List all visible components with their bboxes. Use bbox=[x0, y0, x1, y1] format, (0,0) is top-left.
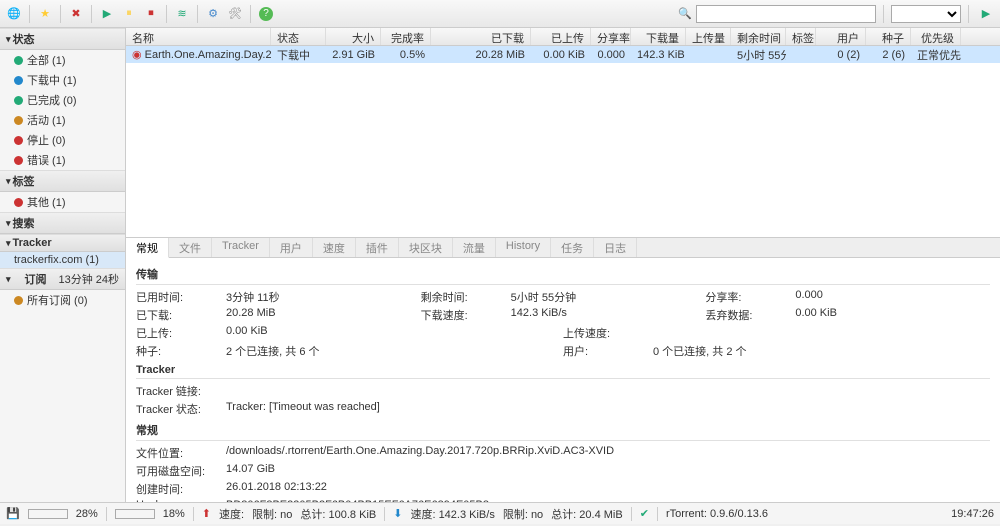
table-header: 名称状态大小完成率已下载已上传分享率下载量上传量剩余时间标签用户种子优先级 bbox=[126, 28, 1000, 46]
feed-icon[interactable]: ≋ bbox=[172, 4, 192, 24]
col-header[interactable]: 标签 bbox=[786, 28, 816, 45]
sidebar-item[interactable]: 已完成 (0) bbox=[0, 90, 125, 110]
info-row: Tracker 链接: bbox=[136, 382, 990, 400]
tab-块区块[interactable]: 块区块 bbox=[399, 238, 453, 257]
side-header-status[interactable]: 状态 bbox=[0, 28, 125, 50]
up-total: 总计: 100.8 KiB bbox=[300, 506, 376, 522]
col-header[interactable]: 下载量 bbox=[631, 28, 686, 45]
info-row: Tracker 状态:Tracker: [Timeout was reached… bbox=[136, 400, 990, 418]
dn-total: 总计: 20.4 MiB bbox=[551, 506, 623, 522]
col-header[interactable]: 分享率 bbox=[591, 28, 631, 45]
stop-icon[interactable]: ⏹ bbox=[141, 4, 161, 24]
cpu-pct: 18% bbox=[163, 508, 185, 520]
side-header-labels[interactable]: 标签 bbox=[0, 170, 125, 192]
help-icon[interactable]: ? bbox=[256, 4, 276, 24]
col-header[interactable]: 已下载 bbox=[431, 28, 531, 45]
sidebar-item[interactable]: trackerfix.com (1) bbox=[0, 252, 125, 268]
go-icon[interactable]: ▶ bbox=[976, 4, 996, 24]
info-row: 已用时间:3分钟 11秒剩余时间:5小时 55分钟分享率:0.000 bbox=[136, 288, 990, 306]
disk-pct: 28% bbox=[76, 508, 98, 520]
sidebar-item[interactable]: 停止 (0) bbox=[0, 130, 125, 150]
col-header[interactable]: 大小 bbox=[326, 28, 381, 45]
up-limit: 限制: no bbox=[252, 506, 292, 522]
info-row: 种子:2 个已连接, 共 6 个用户:0 个已连接, 共 2 个 bbox=[136, 342, 990, 360]
col-header[interactable]: 优先级 bbox=[911, 28, 961, 45]
detail-tabs: 常规文件Tracker用户速度插件块区块流量History任务日志 bbox=[126, 238, 1000, 258]
col-header[interactable]: 上传量 bbox=[686, 28, 731, 45]
sidebar-item[interactable]: 其他 (1) bbox=[0, 192, 125, 212]
info-row: 已下载:20.28 MiB下载速度:142.3 KiB/s丢弃数据:0.00 K… bbox=[136, 306, 990, 324]
col-header[interactable]: 已上传 bbox=[531, 28, 591, 45]
tab-用户[interactable]: 用户 bbox=[270, 238, 313, 257]
tab-速度[interactable]: 速度 bbox=[313, 238, 356, 257]
detail-panel: 常规文件Tracker用户速度插件块区块流量History任务日志 传输 已用时… bbox=[126, 237, 1000, 502]
dn-limit: 限制: no bbox=[503, 506, 543, 522]
col-header[interactable]: 用户 bbox=[816, 28, 866, 45]
tab-文件[interactable]: 文件 bbox=[169, 238, 212, 257]
statusbar: 💾 28% 18% ⬆ 速度: 限制: no 总计: 100.8 KiB ⬇ 速… bbox=[0, 502, 1000, 524]
table-body[interactable]: ◉Earth.One.Amazing.Day.2017.下载中2.91 GiB0… bbox=[126, 46, 1000, 237]
tab-插件[interactable]: 插件 bbox=[356, 238, 399, 257]
tab-流量[interactable]: 流量 bbox=[453, 238, 496, 257]
version: rTorrent: 0.9.6/0.13.6 bbox=[666, 508, 768, 520]
col-header[interactable]: 完成率 bbox=[381, 28, 431, 45]
col-header[interactable]: 剩余时间 bbox=[731, 28, 786, 45]
dn-icon: ⬇ bbox=[393, 507, 402, 520]
clock: 19:47:26 bbox=[951, 508, 994, 520]
globe-icon[interactable]: 🌐 bbox=[4, 4, 24, 24]
side-header-search[interactable]: 搜索 bbox=[0, 212, 125, 234]
disk-bar bbox=[28, 509, 68, 519]
side-header-feed[interactable]: 订阅13分钟 24秒 bbox=[0, 268, 125, 290]
side-header-tracker[interactable]: Tracker bbox=[0, 234, 125, 252]
section-general: 常规 bbox=[136, 418, 990, 441]
section-tracker: Tracker bbox=[136, 360, 990, 379]
main-toolbar: 🌐 ★ ✖ ▶ ⏸ ⏹ ≋ ⚙ 🛠 ? 🔍 ▶ bbox=[0, 0, 1000, 28]
tools-icon[interactable]: 🛠 bbox=[225, 4, 245, 24]
pause-icon[interactable]: ⏸ bbox=[119, 4, 139, 24]
tab-Tracker[interactable]: Tracker bbox=[212, 238, 270, 257]
disk-icon: 💾 bbox=[6, 507, 20, 520]
sidebar: 状态 全部 (1)下载中 (1)已完成 (0)活动 (1)停止 (0)错误 (1… bbox=[0, 28, 126, 502]
info-row: 创建时间:26.01.2018 02:13:22 bbox=[136, 480, 990, 498]
info-row: Hash:BD806F8BE2305B3F6B04BB15EF6A76E6894… bbox=[136, 498, 990, 502]
gear-icon[interactable]: ⚙ bbox=[203, 4, 223, 24]
info-row: 文件位置:/downloads/.rtorrent/Earth.One.Amaz… bbox=[136, 444, 990, 462]
info-row: 已上传:0.00 KiB上传速度: bbox=[136, 324, 990, 342]
col-header[interactable]: 种子 bbox=[866, 28, 911, 45]
up-icon: ⬆ bbox=[202, 507, 211, 520]
filter-select[interactable] bbox=[891, 5, 961, 23]
sidebar-item[interactable]: 错误 (1) bbox=[0, 150, 125, 170]
col-header[interactable]: 状态 bbox=[271, 28, 326, 45]
info-row: 可用磁盘空间:14.07 GiB bbox=[136, 462, 990, 480]
star-icon[interactable]: ★ bbox=[35, 4, 55, 24]
table-row[interactable]: ◉Earth.One.Amazing.Day.2017.下载中2.91 GiB0… bbox=[126, 46, 1000, 63]
tab-任务[interactable]: 任务 bbox=[551, 238, 594, 257]
tab-History[interactable]: History bbox=[496, 238, 551, 257]
dn-speed: 速度: 142.3 KiB/s bbox=[410, 506, 494, 522]
sidebar-item[interactable]: 全部 (1) bbox=[0, 50, 125, 70]
sidebar-item[interactable]: 所有订阅 (0) bbox=[0, 290, 125, 310]
section-transfer: 传输 bbox=[136, 262, 990, 285]
col-header[interactable]: 名称 bbox=[126, 28, 271, 45]
sidebar-item[interactable]: 活动 (1) bbox=[0, 110, 125, 130]
cpu-bar bbox=[115, 509, 155, 519]
search-icon: 🔍 bbox=[678, 7, 692, 20]
play-icon[interactable]: ▶ bbox=[97, 4, 117, 24]
tab-日志[interactable]: 日志 bbox=[594, 238, 637, 257]
delete-icon[interactable]: ✖ bbox=[66, 4, 86, 24]
tab-常规[interactable]: 常规 bbox=[126, 238, 169, 258]
sidebar-item[interactable]: 下载中 (1) bbox=[0, 70, 125, 90]
up-speed: 速度: bbox=[219, 506, 244, 522]
status-ok-icon: ✔ bbox=[640, 507, 649, 520]
search-input[interactable] bbox=[696, 5, 876, 23]
